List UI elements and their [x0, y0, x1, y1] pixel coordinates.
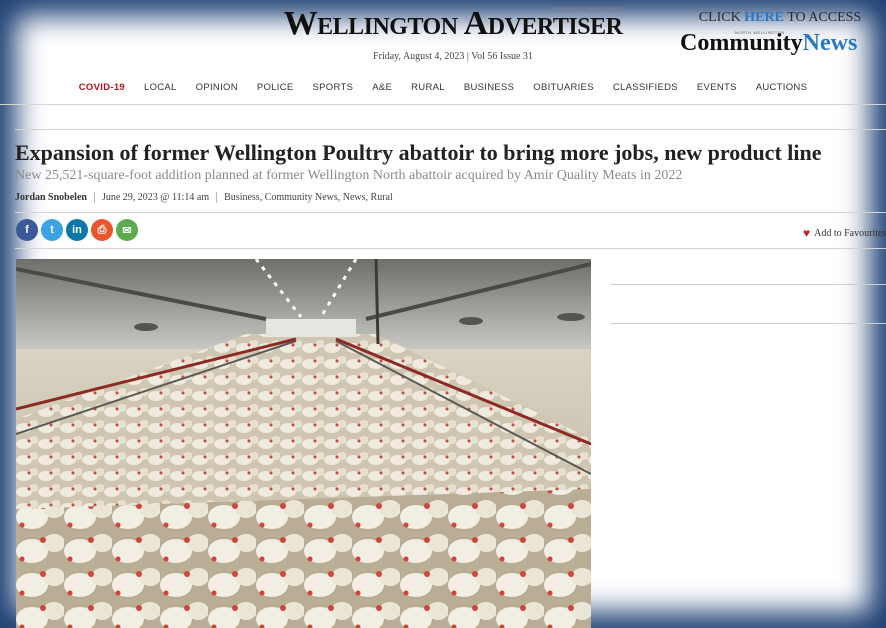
nav-divider: [0, 104, 886, 105]
promo-click-label: CLICK: [698, 10, 741, 25]
nav-item-sports[interactable]: SPORTS: [303, 78, 363, 98]
nav-item-local[interactable]: LOCAL: [134, 78, 186, 98]
share-divider: [15, 248, 886, 249]
author-link[interactable]: Jordan Snobelen: [15, 192, 87, 203]
logo-news-text: News: [802, 30, 858, 56]
promo-to-access-label: TO ACCESS: [787, 10, 862, 25]
nav-item-police[interactable]: POLICE: [247, 78, 303, 98]
nav-item-obituaries[interactable]: OBITUARIES: [524, 78, 604, 98]
promo-small-label: NORTH WELLINGTON: [735, 30, 785, 35]
nav-item-covid[interactable]: COVID-19: [69, 78, 134, 98]
site-logo[interactable]: Wellington Advertiser: [268, 4, 638, 44]
facebook-icon[interactable]: f: [16, 219, 38, 241]
sidebar-divider: [611, 323, 886, 324]
dateline: Friday, August 4, 2023 | Vol 56 Issue 31: [373, 51, 533, 62]
community-news-promo[interactable]: CLICK HERE TO ACCESS NORTH WELLINGTON Co…: [680, 10, 886, 56]
article-categories[interactable]: Business, Community News, News, Rural: [224, 192, 393, 203]
favourites-label: Add to Favourites: [814, 228, 886, 239]
photo-illustration: [16, 259, 591, 628]
nav-item-events[interactable]: EVENTS: [687, 78, 746, 98]
publish-date: June 29, 2023 @ 11:14 am: [101, 192, 210, 203]
twitter-icon[interactable]: t: [41, 219, 63, 241]
nav-item-business[interactable]: BUSINESS: [454, 78, 523, 98]
add-to-favourites-button[interactable]: ♥ Add to Favourites: [803, 226, 886, 241]
promo-here-link[interactable]: HERE: [744, 10, 784, 25]
article-top-divider: [15, 129, 886, 130]
article-subhead: New 25,521-square-foot addition planned …: [15, 168, 683, 183]
nav-item-rural[interactable]: RURAL: [402, 78, 455, 98]
heart-icon: ♥: [803, 226, 811, 240]
main-nav: COVID-19 LOCAL OPINION POLICE SPORTS A&E…: [0, 78, 886, 98]
nav-item-classifieds[interactable]: CLASSIFIEDS: [603, 78, 687, 98]
masthead[interactable]: Wellington Advertiser Friday, August 4, …: [268, 4, 638, 62]
byline-separator: [93, 192, 95, 203]
email-icon[interactable]: ✉: [116, 219, 138, 241]
share-buttons: f t in ⎙ ✉: [16, 219, 138, 241]
promo-text[interactable]: CLICK HERE TO ACCESS: [680, 10, 880, 26]
sidebar-divider: [611, 284, 886, 285]
nav-item-opinion[interactable]: OPINION: [186, 78, 247, 98]
article-byline: Jordan Snobelen June 29, 2023 @ 11:14 am…: [15, 192, 393, 203]
byline-divider: [15, 212, 886, 213]
chicken-barn-photo[interactable]: [16, 259, 591, 628]
print-icon[interactable]: ⎙: [91, 219, 113, 241]
linkedin-icon[interactable]: in: [66, 219, 88, 241]
byline-separator: [216, 192, 218, 203]
page-frame: NEW PRINTS · NEWS FAMILY™ Wellington Adv…: [0, 0, 886, 628]
article-headline: Expansion of former Wellington Poultry a…: [15, 140, 822, 165]
nav-item-auctions[interactable]: AUCTIONS: [746, 78, 817, 98]
nav-item-ae[interactable]: A&E: [363, 78, 402, 98]
